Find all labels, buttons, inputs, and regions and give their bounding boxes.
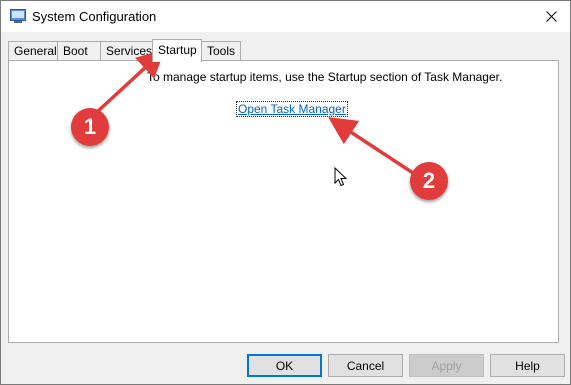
window-title: System Configuration	[32, 9, 157, 24]
close-button[interactable]	[532, 1, 570, 32]
help-button[interactable]: Help	[490, 354, 565, 377]
startup-info-text: To manage startup items, use the Startup…	[147, 70, 503, 84]
close-icon	[545, 11, 557, 22]
mouse-pointer-icon	[334, 167, 348, 187]
annotation-marker-2: 2	[410, 162, 448, 200]
open-task-manager-link[interactable]: Open Task Manager	[236, 101, 348, 117]
system-configuration-window: System Configuration General Boot Servic…	[0, 0, 571, 385]
title-bar[interactable]: System Configuration	[1, 1, 570, 32]
tab-startup[interactable]: Startup	[152, 39, 202, 62]
annotation-marker-1: 1	[71, 108, 109, 146]
tab-boot[interactable]: Boot	[57, 41, 101, 60]
tab-general[interactable]: General	[8, 41, 58, 60]
tab-tools[interactable]: Tools	[201, 41, 241, 60]
ok-button[interactable]: OK	[247, 354, 322, 377]
tab-services[interactable]: Services	[100, 41, 153, 60]
apply-button[interactable]: Apply	[409, 354, 484, 377]
cancel-button[interactable]: Cancel	[328, 354, 403, 377]
msconfig-icon	[10, 9, 26, 23]
